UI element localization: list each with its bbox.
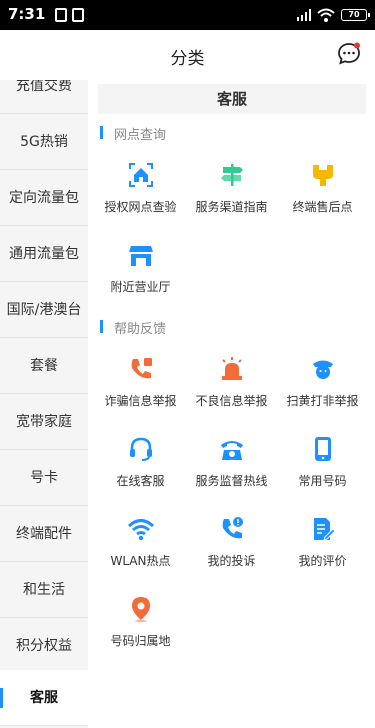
page-title: 分类 (170, 49, 205, 69)
header: 分类 (0, 30, 375, 80)
grid-item-my-reviews[interactable]: 我的评价 (275, 516, 370, 586)
grid-item-label: 我的投诉 (207, 554, 256, 568)
grid-item-label: 服务渠道指南 (195, 200, 268, 214)
category-title: 客服 (98, 84, 366, 114)
wifi-status-icon (317, 8, 335, 22)
grid-item-authorized-outlet[interactable]: 授权网点查验 (93, 162, 188, 232)
sidebar-item-accessories[interactable]: 终端配件 (0, 506, 88, 562)
message-icon[interactable] (337, 42, 361, 66)
grid-item-label: 不良信息举报 (195, 394, 268, 408)
sidebar-item-targeted-data[interactable]: 定向流量包 (0, 170, 88, 226)
grid-item-label: 终端售后点 (292, 200, 353, 214)
sidebar-item-5g[interactable]: 5G热销 (0, 114, 88, 170)
grid-item-label: 授权网点查验 (104, 200, 177, 214)
grid-item-my-complaints[interactable]: 我的投诉 (184, 516, 279, 586)
store-icon (129, 246, 153, 266)
grid-item-after-sales[interactable]: 终端售后点 (275, 162, 370, 232)
alarm-light-icon (222, 357, 242, 380)
notification-icon (55, 8, 67, 22)
home-scan-icon (129, 163, 153, 187)
grid-item-label: 号码归属地 (110, 634, 171, 648)
grid-item-anti-porn-report[interactable]: 扫黄打非举报 (275, 356, 370, 426)
section-title: 网点查询 (99, 124, 166, 143)
signpost-icon (221, 164, 243, 186)
status-time: 7:31 (8, 5, 46, 23)
sidebar-item-broadband[interactable]: 宽带家庭 (0, 394, 88, 450)
grid-item-label: 附近营业厅 (110, 280, 171, 294)
document-edit-icon (314, 518, 336, 541)
battery-indicator: 70 (341, 9, 370, 21)
location-pin-icon (132, 597, 150, 622)
phone-warning-icon (131, 358, 152, 379)
wifi-icon (128, 519, 154, 541)
grid-item-label: 服务监督热线 (195, 474, 268, 488)
grid-item-nearby-store[interactable]: 附近营业厅 (93, 242, 188, 312)
sidebar-item-international[interactable]: 国际/港澳台 (0, 282, 88, 338)
headset-icon (130, 437, 152, 461)
sidebar-item-life[interactable]: 和生活 (0, 562, 88, 618)
sidebar-item-points[interactable]: 积分权益 (0, 618, 88, 674)
phone-alert-icon (222, 517, 243, 539)
mobile-phone-icon (315, 437, 331, 461)
category-sidebar[interactable]: 充值交费 5G热销 定向流量包 通用流量包 国际/港澳台 套餐 宽带家庭 号卡 … (0, 80, 88, 728)
grid-item-harmful-info-report[interactable]: 不良信息举报 (184, 356, 279, 426)
grid-item-number-location[interactable]: 号码归属地 (93, 596, 188, 666)
grid-item-label: 在线客服 (116, 474, 165, 488)
grid-item-service-guide[interactable]: 服务渠道指南 (184, 162, 279, 232)
main-content: 客服 网点查询 授权网点查验 服务渠道指南 终端售后点 附近营业厅 帮助反馈 诈… (88, 80, 375, 728)
grid-item-label: 我的评价 (298, 554, 347, 568)
notification-icon (72, 8, 84, 22)
grid-item-common-numbers[interactable]: 常用号码 (275, 436, 370, 506)
sidebar-item-customer-service[interactable]: 客服 (0, 670, 88, 726)
grid-item-label: 扫黄打非举报 (286, 394, 359, 408)
grid-item-label: 诈骗信息举报 (104, 394, 177, 408)
grid-item-online-service[interactable]: 在线客服 (93, 436, 188, 506)
signal-icon (297, 9, 311, 21)
grid-item-label: WLAN热点 (110, 554, 171, 568)
sidebar-item-general-data[interactable]: 通用流量包 (0, 226, 88, 282)
section-title: 帮助反馈 (99, 318, 166, 337)
grid-item-supervision-hotline[interactable]: 服务监督热线 (184, 436, 279, 506)
sidebar-item-plans[interactable]: 套餐 (0, 338, 88, 394)
grid-item-label: 常用号码 (298, 474, 347, 488)
telephone-icon (221, 441, 243, 460)
police-icon (313, 360, 333, 379)
wrench-icon (313, 165, 333, 186)
grid-item-fraud-report[interactable]: 诈骗信息举报 (93, 356, 188, 426)
grid-item-wlan-hotspot[interactable]: WLAN热点 (93, 516, 188, 586)
sidebar-item-sim-card[interactable]: 号卡 (0, 450, 88, 506)
sidebar-item-recharge[interactable]: 充值交费 (0, 80, 88, 114)
status-bar: 7:31 70 (0, 0, 375, 30)
